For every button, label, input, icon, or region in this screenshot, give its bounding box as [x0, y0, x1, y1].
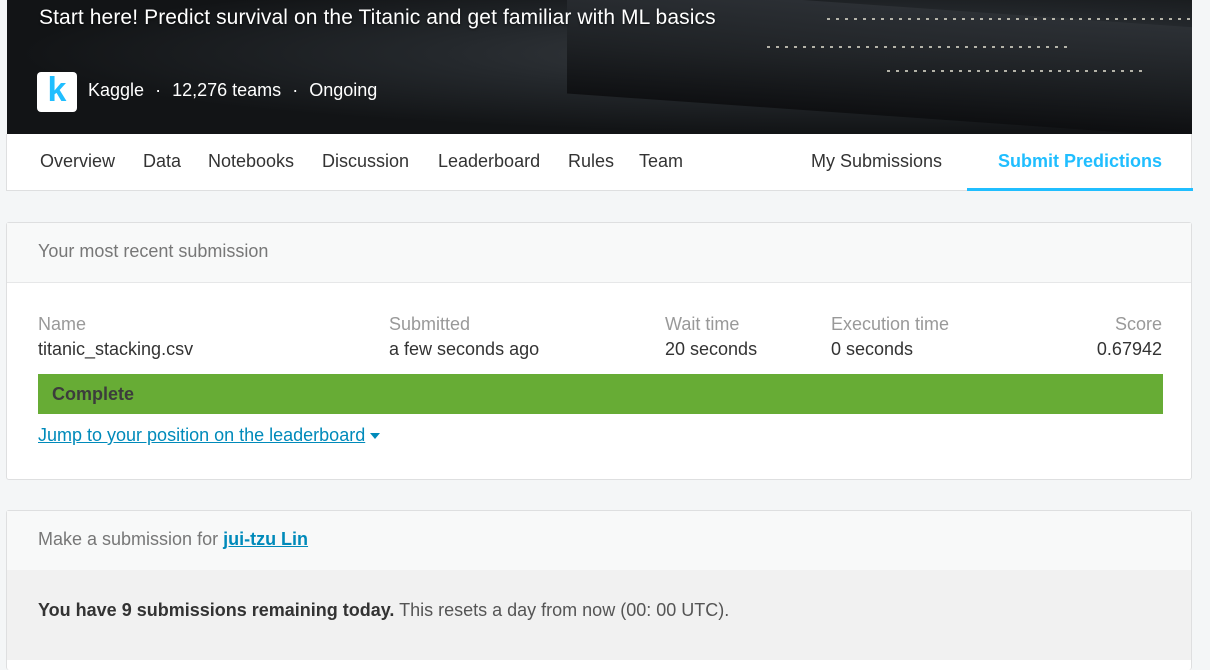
tab-notebooks[interactable]: Notebooks	[208, 134, 294, 191]
team-count: 12,276 teams	[172, 80, 282, 100]
submission-score: 0.67942	[1096, 339, 1162, 359]
jump-to-leaderboard-link[interactable]: Jump to your position on the leaderboard	[38, 425, 381, 446]
wait-time-column-label: Wait time	[665, 314, 740, 334]
recent-submission-panel: Your most recent submission Name Submitt…	[6, 222, 1192, 480]
tab-team[interactable]: Team	[639, 134, 683, 191]
meta-separator: ·	[155, 80, 162, 100]
kaggle-logo-letter: k	[47, 71, 67, 109]
make-submission-prefix: Make a submission for	[38, 529, 224, 549]
remaining-submissions-count: You have 9 submissions remaining today.	[38, 600, 395, 620]
caret-down-icon	[370, 433, 381, 440]
submission-file-name: titanic_stacking.csv	[38, 339, 194, 359]
competition-title: Start here! Predict survival on the Tita…	[39, 6, 716, 29]
submitted-column-label: Submitted	[389, 314, 471, 334]
submission-time: a few seconds ago	[389, 339, 540, 359]
name-column-label: Name	[38, 314, 87, 334]
tab-submit-predictions[interactable]: Submit Predictions	[967, 134, 1194, 191]
tab-discussion[interactable]: Discussion	[322, 134, 409, 191]
submission-limit-text: You have 9 submissions remaining today. …	[38, 600, 729, 621]
tab-my-submissions[interactable]: My Submissions	[811, 134, 942, 191]
tab-data[interactable]: Data	[143, 134, 181, 191]
jump-link-label: Jump to your position on the leaderboard	[38, 425, 366, 445]
host-name[interactable]: Kaggle	[88, 80, 144, 100]
submission-limit-notice: You have 9 submissions remaining today. …	[7, 570, 1191, 660]
tab-overview[interactable]: Overview	[40, 134, 115, 191]
competition-meta: Kaggle · 12,276 teams · Ongoing	[88, 80, 377, 101]
score-column-label: Score	[1114, 314, 1162, 334]
make-submission-panel: Make a submission for jui-tzu Lin You ha…	[6, 510, 1192, 670]
meta-separator: ·	[292, 80, 299, 100]
competition-status: Ongoing	[309, 80, 378, 100]
reset-time-note: This resets a day from now (00: 00 UTC).	[394, 600, 730, 620]
ship-lights-decor	[767, 46, 1067, 48]
execution-time-column-label: Execution time	[831, 314, 950, 334]
recent-submission-header: Your most recent submission	[7, 223, 1191, 283]
kaggle-logo-icon[interactable]: k	[37, 72, 77, 112]
ship-lights-decor	[887, 70, 1147, 72]
competition-banner: Start here! Predict survival on the Tita…	[7, 0, 1192, 134]
user-profile-link[interactable]: jui-tzu Lin	[223, 529, 308, 549]
make-submission-header: Make a submission for jui-tzu Lin	[7, 511, 1191, 571]
submission-status-bar: Complete	[38, 374, 1163, 414]
tab-rules[interactable]: Rules	[568, 134, 614, 191]
tab-leaderboard[interactable]: Leaderboard	[438, 134, 540, 191]
submission-execution-time: 0 seconds	[831, 339, 914, 359]
ship-lights-decor	[827, 18, 1192, 20]
submission-wait-time: 20 seconds	[665, 339, 758, 359]
competition-tabs: Overview Data Notebooks Discussion Leade…	[6, 134, 1194, 191]
